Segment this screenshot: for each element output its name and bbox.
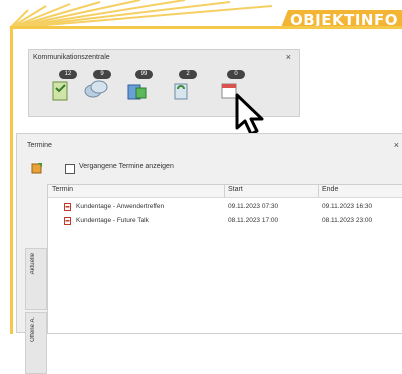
show-past-label: Vergangene Termine anzeigen (79, 163, 174, 170)
document-icon (64, 203, 71, 211)
side-tab-current-label: Aktuelle (30, 253, 36, 275)
table-row[interactable]: Kundentage - Anwendertreffen 09.11.2023 … (48, 201, 402, 213)
column-divider[interactable] (224, 185, 225, 197)
chat-count-badge: 9 (93, 70, 111, 79)
task-clipboard-icon[interactable]: 12 (49, 70, 77, 102)
column-header-start[interactable]: Start (228, 186, 243, 193)
recycle-bin-icon[interactable]: 2 (169, 70, 197, 102)
appointment-end: 08.11.2023 23:00 (322, 217, 373, 224)
chat-bubbles-icon[interactable]: 9 (83, 70, 111, 102)
side-tab-open[interactable]: Offene A. (25, 312, 47, 374)
side-tab-current[interactable]: Aktuelle (25, 248, 47, 310)
appointment-start: 09.11.2023 07:30 (228, 203, 279, 210)
new-appointment-icon[interactable] (31, 162, 43, 174)
table-row[interactable]: Kundentage - Future Talk 08.11.2023 17:0… (48, 215, 402, 227)
communication-panel-title: Kommunikationszentrale (33, 54, 110, 61)
side-tab-strip: Aktuelle Offene A. (25, 190, 47, 374)
side-tab-open-label: Offene A. (30, 317, 36, 342)
contacts-icon[interactable]: 99 (125, 70, 153, 102)
appointment-title: Kundentage - Anwendertreffen (76, 203, 165, 210)
document-icon (64, 217, 71, 225)
column-divider[interactable] (318, 185, 319, 197)
appointment-title: Kundentage - Future Talk (76, 217, 149, 224)
recycle-count-badge: 2 (179, 70, 197, 79)
show-past-checkbox[interactable] (65, 164, 75, 174)
appointment-end: 09.11.2023 16:30 (322, 203, 373, 210)
column-header-ende[interactable]: Ende (322, 186, 338, 193)
calendar-count-badge: 0 (227, 70, 245, 79)
task-count-badge: 12 (59, 70, 77, 79)
column-header-termin[interactable]: Termin (52, 186, 73, 193)
appointments-panel-title: Termine (27, 142, 52, 149)
appointments-panel: Termine × Vergangene Termine anzeigen Ak… (16, 133, 402, 374)
appointments-table: Termin Start Ende Kundentage - Anwendert… (47, 184, 402, 334)
contacts-count-badge: 99 (135, 70, 153, 79)
close-icon[interactable]: × (394, 140, 399, 150)
table-header: Termin Start Ende (48, 185, 402, 198)
appointment-start: 08.11.2023 17:00 (228, 217, 279, 224)
close-icon[interactable]: × (286, 52, 291, 62)
